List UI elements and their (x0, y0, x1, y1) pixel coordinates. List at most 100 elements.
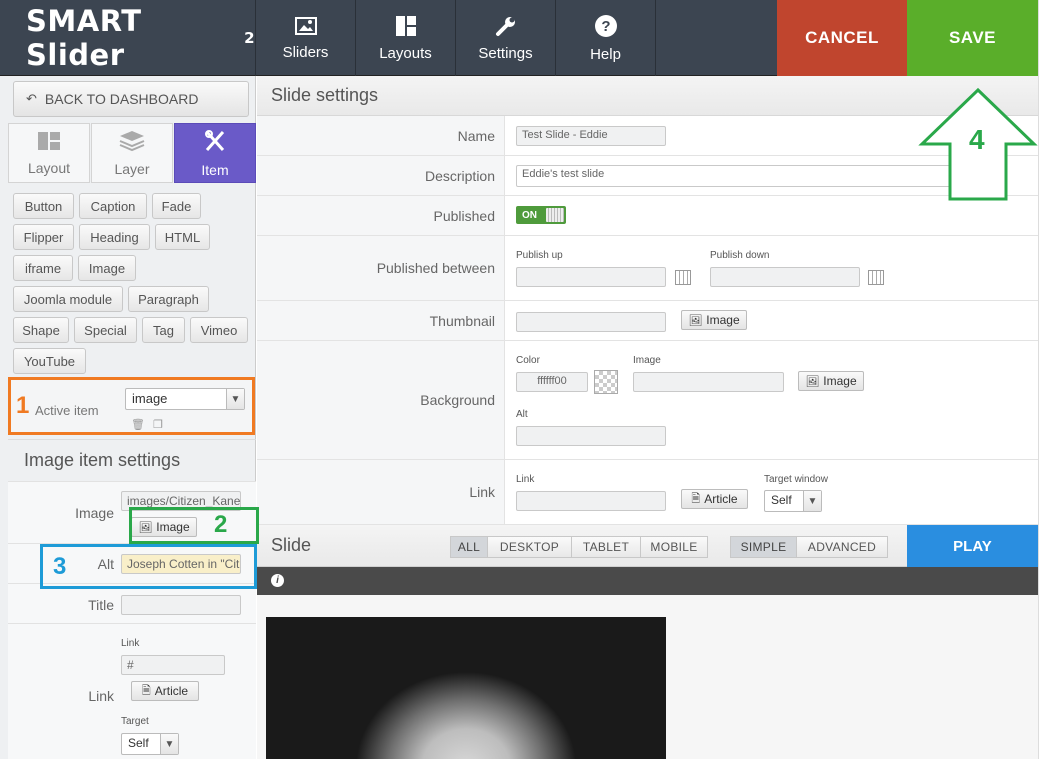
device-tablet-button[interactable]: TABLET (571, 536, 641, 558)
back-button-label: BACK TO DASHBOARD (44, 91, 199, 107)
target-window-select[interactable]: Self ▼ (764, 490, 822, 512)
mode-advanced-button[interactable]: ADVANCED (796, 536, 888, 558)
nav-tab-help[interactable]: ? Help (556, 0, 656, 76)
item-chip-joomla-module[interactable]: Joomla module (13, 286, 123, 312)
annotation-number-4: 4 (969, 124, 985, 155)
item-chip-button[interactable]: Button (13, 193, 74, 219)
item-chip-flipper[interactable]: Flipper (13, 224, 74, 250)
published-between-row: Published between Publish up Publish dow… (257, 236, 1038, 301)
bg-image-label: Image (633, 355, 661, 366)
calendar-icon[interactable] (675, 270, 691, 285)
image-icon (294, 16, 317, 40)
published-label: Published (257, 196, 505, 235)
panel-tab-item[interactable]: Item (174, 123, 256, 183)
bg-alt-label: Alt (516, 409, 528, 420)
link-sublabel: Link (121, 638, 140, 649)
link-row-label: Link (257, 460, 505, 524)
color-swatch[interactable] (594, 370, 618, 394)
top-bar: SMART Slider 2 Sliders Layouts Settings ?… (0, 0, 1058, 76)
target-select[interactable]: Self ▼ (121, 733, 179, 755)
color-input[interactable]: ffffff00 (516, 372, 588, 392)
slide-canvas (257, 595, 1038, 759)
item-chip-caption[interactable]: Caption (79, 193, 147, 219)
duplicate-icon[interactable]: ❐ (153, 418, 163, 431)
item-chip-paragraph[interactable]: Paragraph (128, 286, 209, 312)
panel-tab-layer[interactable]: Layer (91, 123, 173, 183)
main-link-input[interactable] (516, 491, 666, 511)
image-item-settings-title: Image item settings (8, 439, 256, 481)
title-field-label: Title (88, 597, 114, 613)
bg-alt-input[interactable] (516, 426, 666, 446)
article-button[interactable]: 🗎 Article (131, 681, 199, 701)
logo-text: SMART Slider (26, 4, 142, 72)
smart-slider-logo[interactable]: SMART Slider 2 (0, 0, 256, 76)
nav-tab-settings[interactable]: Settings (456, 0, 556, 76)
info-icon[interactable]: i (271, 574, 284, 587)
layout-grid-icon (37, 131, 61, 157)
help-icon: ? (594, 14, 618, 42)
item-chip-heading[interactable]: Heading (79, 224, 150, 250)
nav-tab-sliders[interactable]: Sliders (256, 0, 356, 76)
thumbnail-image-label: Image (706, 313, 740, 327)
bg-image-button-label: Image (823, 374, 857, 388)
publish-down-input[interactable] (710, 267, 860, 287)
image-icon: 🖼 (805, 375, 820, 388)
item-chip-shape[interactable]: Shape (13, 317, 69, 343)
device-all-button[interactable]: ALL (450, 536, 488, 558)
panel-tab-label: Layout (27, 159, 71, 176)
article-button-label: Article (154, 684, 189, 698)
panel-tab-label: Layer (114, 160, 150, 177)
chevron-down-icon: ▼ (803, 491, 821, 511)
item-chip-html[interactable]: HTML (155, 224, 210, 250)
mode-simple-button[interactable]: SIMPLE (730, 536, 797, 558)
link-input[interactable]: # (121, 655, 225, 675)
play-button[interactable]: PLAY (907, 525, 1038, 567)
item-chip-image[interactable]: Image (78, 255, 136, 281)
item-chip-vimeo[interactable]: Vimeo (190, 317, 248, 343)
annotation-number-3: 3 (53, 553, 67, 580)
target-window-label: Target window (764, 474, 828, 485)
thumbnail-label: Thumbnail (257, 301, 505, 340)
annotation-box-3: 3 (40, 544, 257, 589)
item-chip-special[interactable]: Special (74, 317, 137, 343)
toggle-knob (546, 208, 564, 222)
device-mobile-button[interactable]: MOBILE (640, 536, 708, 558)
active-item-label: Active item (35, 403, 99, 418)
item-chip-youtube[interactable]: YouTube (13, 348, 86, 374)
toggle-on-label: ON (522, 209, 537, 221)
name-input[interactable]: Test Slide - Eddie (516, 126, 666, 146)
published-between-label: Published between (257, 236, 505, 300)
name-label: Name (257, 116, 505, 155)
bg-image-input[interactable] (633, 372, 784, 392)
cancel-button[interactable]: CANCEL (777, 0, 907, 76)
logo-superscript: 2 (244, 29, 255, 47)
thumbnail-input[interactable] (516, 312, 666, 332)
title-input[interactable] (121, 595, 241, 615)
active-item-select[interactable]: image ▼ (125, 388, 245, 410)
trash-icon[interactable]: 🗑 (131, 418, 145, 431)
main-article-label: Article (704, 492, 738, 506)
bg-image-button[interactable]: 🖼 Image (798, 371, 864, 391)
item-chip-tag[interactable]: Tag (142, 317, 185, 343)
image-icon: 🖼 (688, 314, 703, 327)
chevron-down-icon: ▼ (226, 389, 244, 409)
calendar-icon[interactable] (868, 270, 884, 285)
published-toggle[interactable]: ON (516, 206, 566, 224)
device-desktop-button[interactable]: DESKTOP (487, 536, 572, 558)
panel-tab-layout[interactable]: Layout (8, 123, 90, 183)
publish-up-label: Publish up (516, 250, 563, 261)
slide-image[interactable] (266, 617, 666, 759)
wrench-icon (495, 15, 517, 41)
item-chip-iframe[interactable]: iframe (13, 255, 73, 281)
save-button[interactable]: SAVE (907, 0, 1038, 76)
panel-tab-label: Item (201, 161, 229, 178)
thumbnail-image-button[interactable]: 🖼 Image (681, 310, 747, 330)
back-to-dashboard-button[interactable]: ↶ BACK TO DASHBOARD (13, 81, 249, 117)
nav-tab-layouts[interactable]: Layouts (356, 0, 456, 76)
publish-up-input[interactable] (516, 267, 666, 287)
target-window-value: Self (771, 493, 792, 507)
link-field-row: Link Link # 🗎 Article Target Self ▼ (8, 623, 256, 759)
main-article-button[interactable]: 🗎 Article (681, 489, 748, 509)
item-chip-fade[interactable]: Fade (152, 193, 201, 219)
publish-down-label: Publish down (710, 250, 770, 261)
